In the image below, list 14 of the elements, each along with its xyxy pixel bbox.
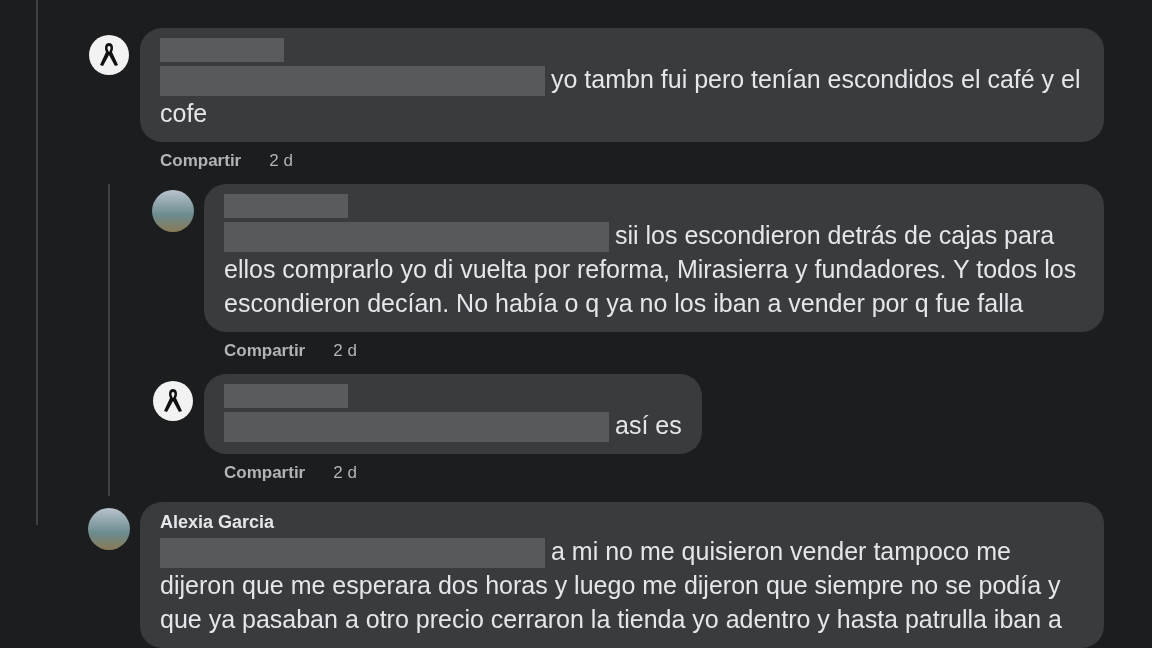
avatar-photo-placeholder bbox=[152, 189, 194, 232]
author-name[interactable]: Alexia Garcia bbox=[160, 509, 1084, 534]
timestamp: 2 d bbox=[333, 462, 357, 485]
ribbon-avatar-icon bbox=[152, 379, 194, 422]
timestamp: 2 d bbox=[269, 150, 293, 173]
timestamp: 2 d bbox=[333, 340, 357, 363]
comment-text: sii los escondieron detrás de cajas para ellos comprarlo yo di vuelta por reforma, Mirasierra y fundadores. Y todos los escondieron decían. No había o q ya no los iban a vender por q fue falla bbox=[224, 219, 1078, 320]
share-link[interactable]: Compartir bbox=[224, 338, 306, 364]
avatar-photo-placeholder bbox=[88, 507, 130, 550]
comment-text: yo tambn fui pero tenían escondidos el café y el cofe bbox=[160, 64, 1082, 130]
share-link[interactable]: Compartir bbox=[160, 148, 242, 174]
ribbon-avatar-icon bbox=[88, 34, 130, 76]
comment-text: a mi no me quisieron vender tampoco me dijeron que me esperara dos horas y luego me dijeron que siempre no se podía y que ya pasaban a otro precio cerraron la tienda yo adentro y hasta patrulla iban a bbox=[160, 535, 1063, 636]
share-link[interactable]: Compartir bbox=[224, 460, 306, 486]
